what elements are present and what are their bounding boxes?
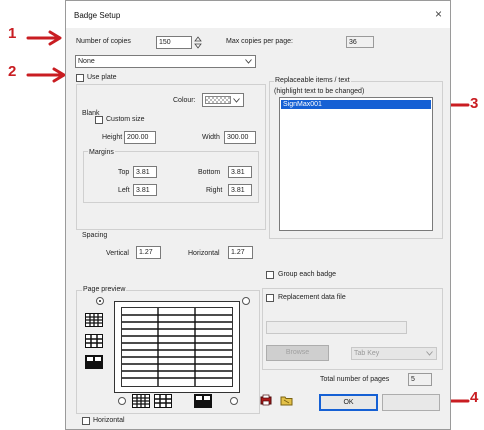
annotation-1: 1 xyxy=(8,25,17,42)
spinner-arrows-icon xyxy=(194,36,202,49)
right-margin-label: Right xyxy=(206,187,223,194)
group-each-badge-checkbox[interactable] xyxy=(266,271,274,279)
height-label: Height xyxy=(102,134,123,141)
left-margin-input[interactable]: 3.81 xyxy=(133,184,157,196)
cancel-button[interactable] xyxy=(382,394,440,411)
max-copies-value: 36 xyxy=(346,36,374,48)
preview-page xyxy=(114,301,240,393)
delimiter-select-value: Tab Key xyxy=(354,350,380,357)
copies-label: Number of copies xyxy=(76,38,131,45)
preview-mode-radio-alt[interactable] xyxy=(242,297,250,305)
folder-icon[interactable] xyxy=(280,394,293,406)
horizontal-label: Horizontal xyxy=(93,417,125,424)
custom-size-checkbox[interactable] xyxy=(95,116,103,124)
preview-mode-radio-grid[interactable] xyxy=(96,297,104,305)
right-margin-input[interactable]: 3.81 xyxy=(228,184,252,196)
copies-spinner[interactable] xyxy=(194,36,202,49)
horizontal-spacing-label: Horizontal xyxy=(188,250,220,257)
horizontal-spacing-input[interactable]: 1.27 xyxy=(228,246,253,259)
use-plate-label: Use plate xyxy=(87,74,117,81)
replacement-file-path[interactable] xyxy=(266,321,407,334)
list-item[interactable]: SignMax001 xyxy=(281,100,431,109)
dialog-title: Badge Setup xyxy=(74,11,121,20)
annotation-2: 2 xyxy=(8,63,17,80)
browse-button[interactable]: Browse xyxy=(266,345,329,361)
ok-button[interactable]: OK xyxy=(319,394,378,411)
annotation-4: 4 xyxy=(470,389,479,406)
replaceable-hint: (highlight text to be changed) xyxy=(274,88,365,95)
height-input[interactable]: 200.00 xyxy=(124,131,156,144)
chevron-down-icon xyxy=(245,59,252,64)
horizontal-checkbox[interactable] xyxy=(82,417,90,425)
top-margin-label: Top xyxy=(118,169,130,176)
title-bar: Badge Setup × xyxy=(66,1,450,28)
preview-badge-grid xyxy=(121,307,233,387)
annotation-3: 3 xyxy=(470,95,479,112)
replaceable-label: Replaceable items / text xyxy=(274,77,351,84)
annotation-arrow-2 xyxy=(26,67,66,83)
delimiter-select[interactable]: Tab Key xyxy=(351,347,437,360)
width-label: Width xyxy=(202,134,220,141)
layout-grid-4x4-icon[interactable] xyxy=(85,313,103,327)
layout-radio-2[interactable] xyxy=(230,397,238,405)
top-margin-input[interactable]: 3.81 xyxy=(133,166,157,178)
total-pages-value: 5 xyxy=(408,373,432,386)
layout-grid-2x2-icon[interactable] xyxy=(85,355,103,369)
annotation-arrow-1 xyxy=(26,30,62,46)
spacing-label: Spacing xyxy=(82,232,108,239)
layout-grid-4x4-icon[interactable] xyxy=(132,394,150,408)
replacement-file-checkbox[interactable] xyxy=(266,294,274,302)
bottom-margin-input[interactable]: 3.81 xyxy=(228,166,252,178)
layout-grid-3x3-icon[interactable] xyxy=(85,334,103,348)
close-icon[interactable]: × xyxy=(435,7,442,21)
width-input[interactable]: 300.00 xyxy=(224,131,256,144)
copies-input[interactable]: 150 xyxy=(156,36,192,49)
chevron-down-icon xyxy=(426,351,433,356)
group-each-badge-label: Group each badge xyxy=(278,271,336,278)
total-pages-label: Total number of pages xyxy=(320,376,390,383)
template-select-value: None xyxy=(78,58,95,65)
max-copies-label: Max copies per page: xyxy=(226,38,293,45)
colour-picker[interactable] xyxy=(202,93,244,107)
replacement-file-label: Replacement data file xyxy=(278,294,346,301)
page-preview-label: Page preview xyxy=(82,286,127,293)
colour-swatch xyxy=(205,96,231,104)
colour-label: Colour: xyxy=(173,97,196,104)
preview-badges-graphic xyxy=(122,308,232,386)
badge-setup-dialog: Badge Setup × Number of copies 150 Max c… xyxy=(65,0,451,430)
bottom-margin-label: Bottom xyxy=(198,169,221,176)
vertical-spacing-input[interactable]: 1.27 xyxy=(136,246,161,259)
use-plate-checkbox[interactable] xyxy=(76,74,84,82)
custom-size-label: Custom size xyxy=(106,116,145,123)
margins-label: Margins xyxy=(88,149,115,156)
template-select[interactable]: None xyxy=(75,55,256,68)
printer-icon[interactable] xyxy=(260,394,272,406)
layout-radio-1[interactable] xyxy=(118,397,126,405)
layout-grid-2x2-icon[interactable] xyxy=(194,394,212,408)
replaceable-list[interactable]: SignMax001 xyxy=(279,97,433,231)
chevron-down-icon xyxy=(233,98,240,103)
left-margin-label: Left xyxy=(118,187,130,194)
layout-grid-3x3-icon[interactable] xyxy=(154,394,172,408)
vertical-spacing-label: Vertical xyxy=(106,250,129,257)
